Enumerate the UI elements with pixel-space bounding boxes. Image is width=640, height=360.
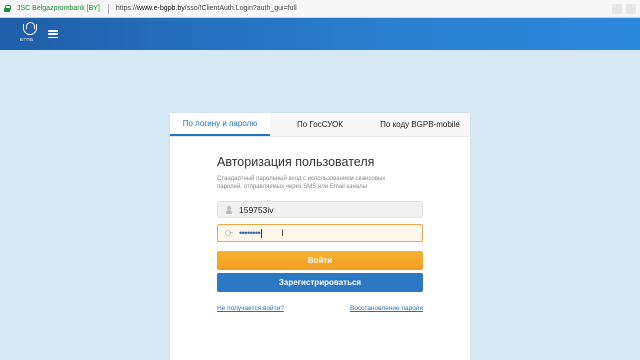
bank-logo[interactable]: БГПБ	[18, 22, 42, 45]
url-host: www.e-bgpb.by	[136, 5, 185, 12]
cant-login-link[interactable]: Не получается войти?	[217, 305, 284, 312]
register-button[interactable]: Зарегистрироваться	[217, 273, 423, 292]
url-scheme: https://	[115, 5, 137, 12]
logo-mark-icon	[23, 22, 37, 35]
divider	[107, 3, 109, 14]
auth-tabs: По логину и паролю По ГосСУОК По коду BG…	[170, 113, 470, 137]
mouse-cursor-icon: I	[281, 228, 284, 238]
login-field[interactable]: 159753iv	[217, 201, 423, 218]
password-field[interactable]: •••••••• I	[217, 224, 423, 242]
text-caret	[261, 228, 263, 238]
password-input-value[interactable]: ••••••••	[239, 228, 261, 238]
url-text[interactable]: https://www.e-bgpb.by/sso/!ClientAuth.Lo…	[116, 5, 297, 12]
browser-address-bar[interactable]: JSC Belgazprombank [BY] https://www.e-bg…	[0, 0, 640, 18]
form-description: Стандартный парольный вход с использован…	[217, 176, 386, 191]
hamburger-menu-icon[interactable]	[48, 30, 58, 38]
lock-icon	[4, 5, 11, 12]
tab-gossuok[interactable]: По ГосСУОК	[270, 113, 370, 136]
key-icon	[225, 229, 233, 237]
bookmark-star-icon[interactable]	[612, 3, 622, 14]
url-path: /sso/!ClientAuth.Login?auth_gui=full	[184, 5, 297, 12]
login-input-value[interactable]: 159753iv	[239, 205, 274, 215]
login-card: По логину и паролю По ГосСУОК По коду BG…	[170, 113, 470, 360]
browser-menu-icon[interactable]	[626, 3, 636, 14]
login-button[interactable]: Войти	[217, 251, 423, 270]
form-title: Авторизация пользователя	[217, 155, 375, 169]
form-links: Не получается войти? Восстановление паро…	[217, 305, 423, 312]
tab-login-password[interactable]: По логину и паролю	[170, 113, 270, 136]
user-icon	[225, 205, 233, 214]
tab-bgpb-mobile[interactable]: По коду BGPB-mobile	[370, 113, 470, 136]
logo-text: БГПБ	[20, 37, 34, 42]
site-identity[interactable]: JSC Belgazprombank [BY]	[17, 5, 100, 12]
app-header: БГПБ	[0, 18, 640, 50]
restore-password-link[interactable]: Восстановление пароля	[350, 305, 423, 312]
login-form-header: Авторизация пользователя Стандартный пар…	[217, 155, 423, 191]
